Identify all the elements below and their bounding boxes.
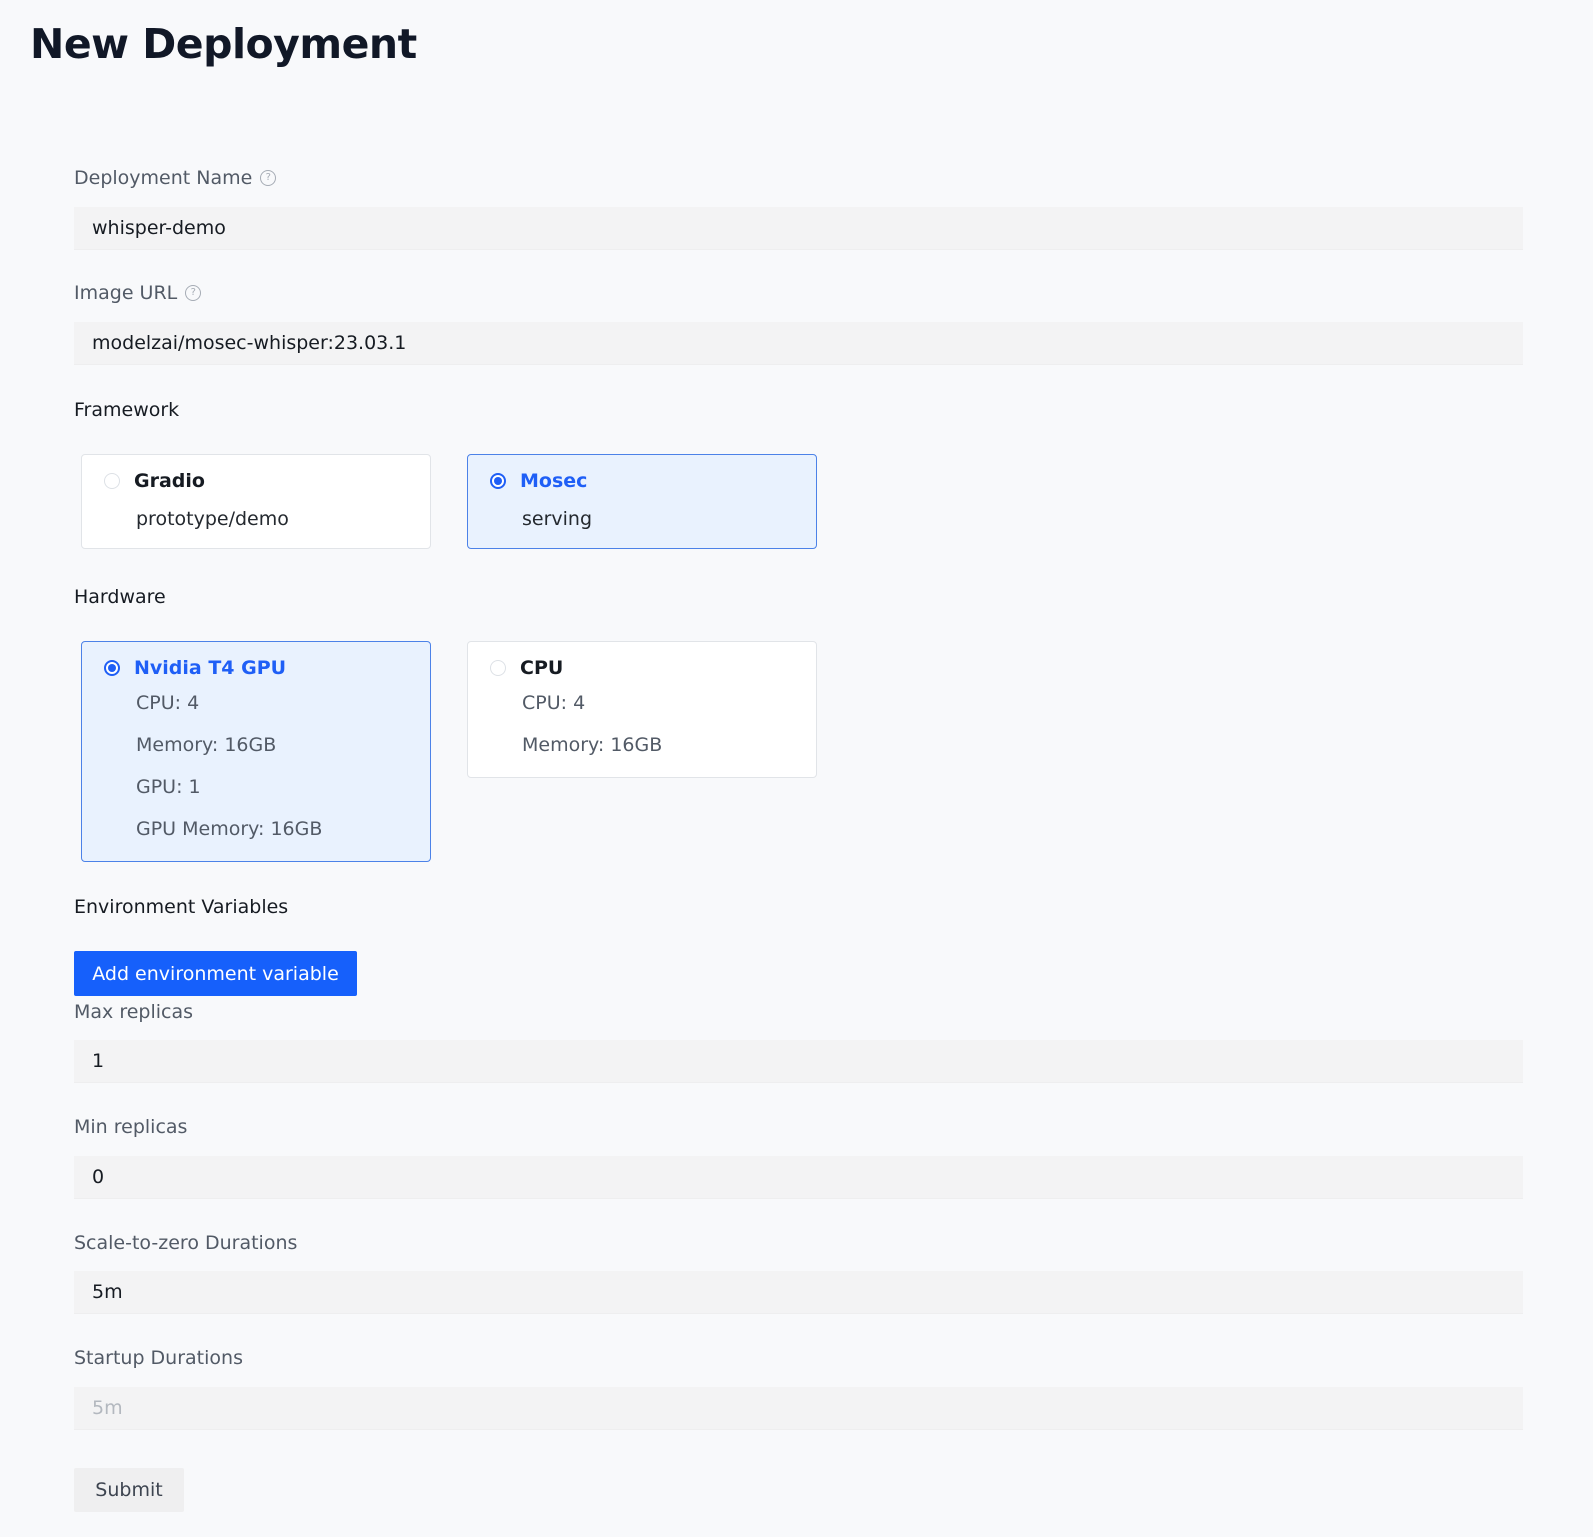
- deployment-name-label: Deployment Name ?: [74, 166, 277, 190]
- hardware-option-nvidia-t4-gpu[interactable]: Nvidia T4 GPU CPU: 4 Memory: 16GB GPU: 1…: [81, 641, 431, 862]
- hardware-spec-cpu: CPU: 4: [136, 692, 200, 714]
- image-url-input[interactable]: [74, 322, 1523, 365]
- hardware-spec-gpu: GPU: 1: [136, 776, 201, 798]
- scale-to-zero-input[interactable]: [74, 1271, 1523, 1314]
- hardware-label: Hardware: [74, 586, 166, 608]
- image-url-label: Image URL ?: [74, 281, 202, 305]
- image-url-label-text: Image URL: [74, 282, 178, 304]
- startup-durations-input[interactable]: [74, 1387, 1523, 1430]
- max-replicas-label-text: Max replicas: [74, 1001, 194, 1023]
- min-replicas-label-text: Min replicas: [74, 1116, 188, 1138]
- hardware-option-title: Nvidia T4 GPU: [134, 657, 287, 679]
- deployment-name-input[interactable]: [74, 207, 1523, 250]
- scale-to-zero-label-text: Scale-to-zero Durations: [74, 1232, 298, 1254]
- framework-option-title: Gradio: [134, 470, 205, 492]
- radio-button-selected[interactable]: [104, 660, 120, 676]
- hardware-spec-cpu: CPU: 4: [522, 692, 586, 714]
- hardware-spec-memory: Memory: 16GB: [522, 734, 663, 756]
- startup-durations-label-text: Startup Durations: [74, 1347, 243, 1369]
- help-icon[interactable]: ?: [260, 170, 277, 186]
- max-replicas-label: Max replicas: [74, 1000, 193, 1024]
- radio-button-selected[interactable]: [490, 473, 506, 489]
- min-replicas-input[interactable]: [74, 1156, 1523, 1199]
- help-icon[interactable]: ?: [185, 285, 202, 301]
- startup-durations-label: Startup Durations: [74, 1346, 243, 1370]
- add-env-variable-button[interactable]: Add environment variable: [74, 951, 357, 996]
- max-replicas-input[interactable]: [74, 1040, 1523, 1083]
- framework-option-mosec[interactable]: Mosec serving: [467, 454, 817, 549]
- env-vars-label: Environment Variables: [74, 896, 289, 918]
- framework-option-subtitle: prototype/demo: [136, 508, 289, 530]
- hardware-spec-memory: Memory: 16GB: [136, 734, 277, 756]
- framework-option-subtitle: serving: [522, 508, 593, 530]
- framework-option-gradio[interactable]: Gradio prototype/demo: [81, 454, 431, 549]
- page-title: New Deployment: [30, 20, 417, 68]
- hardware-spec-gpu-memory: GPU Memory: 16GB: [136, 818, 323, 840]
- scale-to-zero-label: Scale-to-zero Durations: [74, 1231, 297, 1255]
- radio-button[interactable]: [104, 473, 120, 489]
- min-replicas-label: Min replicas: [74, 1115, 187, 1139]
- radio-button[interactable]: [490, 660, 506, 676]
- submit-button[interactable]: Submit: [74, 1468, 184, 1512]
- framework-option-title: Mosec: [520, 470, 588, 492]
- hardware-option-cpu[interactable]: CPU CPU: 4 Memory: 16GB: [467, 641, 817, 778]
- hardware-option-title: CPU: [520, 657, 564, 679]
- deployment-name-label-text: Deployment Name: [74, 167, 253, 189]
- framework-label: Framework: [74, 399, 180, 421]
